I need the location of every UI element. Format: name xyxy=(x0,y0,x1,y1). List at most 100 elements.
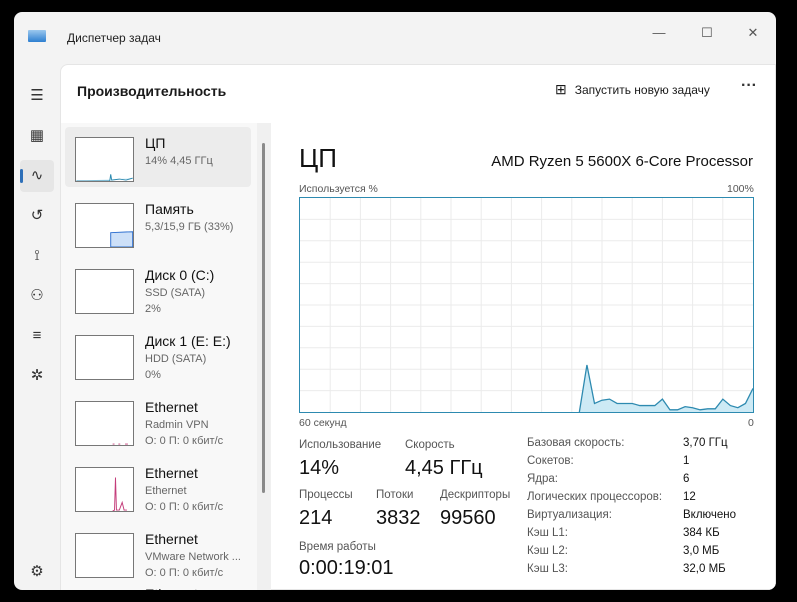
detail-value: 1 xyxy=(683,455,690,467)
startup-nav-button[interactable]: ⟟ xyxy=(20,240,54,272)
history-nav-button[interactable]: ↺ xyxy=(20,200,54,232)
uptime-label: Время работы xyxy=(299,541,376,553)
resource-value: 0% xyxy=(145,369,161,381)
resource-item[interactable]: Память 5,3/15,9 ГБ (33%) xyxy=(65,193,251,253)
detail-value: 3,0 МБ xyxy=(683,545,720,557)
close-button[interactable]: ✕ xyxy=(730,18,776,48)
resource-thumbnail-graph xyxy=(75,137,134,182)
users-nav-button[interactable]: ⚇ xyxy=(20,280,54,312)
performance-nav-button[interactable]: ∿ xyxy=(20,160,54,192)
graph-time-span: 60 секунд xyxy=(299,417,347,429)
resource-item[interactable]: ЦП 14% 4,45 ГГц xyxy=(65,127,251,187)
settings-nav-button[interactable]: ⚙ xyxy=(20,556,54,588)
resource-item[interactable]: Диск 0 (C:) SSD (SATA) 2% xyxy=(65,259,251,319)
performance-icon: ∿ xyxy=(30,167,44,184)
resource-name: Ethernet xyxy=(145,465,198,481)
threads-label: Потоки xyxy=(376,489,414,501)
services-icon: ✲ xyxy=(30,367,44,384)
details-icon: ≡ xyxy=(32,327,42,344)
processes-value: 214 xyxy=(299,507,333,529)
nav-rail: ☰ ▦ ∿ ↺ ⟟ ⚇ ≡ ✲ ⚙ xyxy=(14,62,60,590)
usage-label: Использование xyxy=(299,439,382,451)
resource-title: ЦП xyxy=(299,143,337,173)
resource-subtitle: Ethernet xyxy=(145,485,187,497)
services-nav-button[interactable]: ✲ xyxy=(20,360,54,392)
detail-value: 3,70 ГГц xyxy=(683,437,728,449)
resource-subtitle: SSD (SATA) xyxy=(145,287,206,299)
resource-name: Ethernet xyxy=(145,399,198,415)
resource-value: 2% xyxy=(145,303,161,315)
graph-time-end: 0 xyxy=(748,417,754,429)
detail-value: 32,0 МБ xyxy=(683,563,726,575)
processes-icon: ▦ xyxy=(29,127,45,144)
resource-name: Ethernet xyxy=(145,589,198,590)
scrollbar-thumb[interactable] xyxy=(262,143,265,493)
resource-name: Память xyxy=(145,201,194,217)
detail-value: 6 xyxy=(683,473,690,485)
uptime-value: 0:00:19:01 xyxy=(299,557,394,579)
resource-item[interactable]: Ethernet xyxy=(65,589,251,590)
resource-item[interactable]: Ethernet Radmin VPN О: 0 П: 0 кбит/с xyxy=(65,391,251,451)
detail-value: 12 xyxy=(683,491,696,503)
app-icon xyxy=(28,30,46,42)
details-nav-button[interactable]: ≡ xyxy=(20,320,54,352)
resource-subtitle: 14% 4,45 ГГц xyxy=(145,155,213,167)
resource-name: ЦП xyxy=(145,135,166,151)
page-title: Производительность xyxy=(77,83,227,99)
graph-label: Используется % xyxy=(299,183,378,195)
detail-label: Ядра: xyxy=(527,473,559,485)
resource-value: О: 0 П: 0 кбит/с xyxy=(145,567,224,579)
processor-name: AMD Ryzen 5 5600X 6-Core Processor xyxy=(491,153,753,170)
cpu-details: ЦП AMD Ryzen 5 5600X 6-Core Processor Ис… xyxy=(283,123,776,590)
resource-item[interactable]: Ethernet VMware Network ... О: 0 П: 0 кб… xyxy=(65,523,251,583)
minimize-button[interactable]: — xyxy=(636,18,682,48)
resource-thumbnail-graph xyxy=(75,533,134,578)
history-icon: ↺ xyxy=(30,207,44,224)
more-options-button[interactable]: ··· xyxy=(741,77,757,95)
processes-label: Процессы xyxy=(299,489,353,501)
users-icon: ⚇ xyxy=(30,287,44,304)
threads-value: 3832 xyxy=(376,507,421,529)
run-new-task-button[interactable]: ⊞ Запустить новую задачу xyxy=(555,81,710,98)
hamburger-nav-button[interactable]: ☰ xyxy=(20,80,54,112)
resource-name: Диск 1 (E: E:) xyxy=(145,333,231,349)
settings-icon: ⚙ xyxy=(30,563,44,580)
resource-thumbnail-graph xyxy=(75,467,134,512)
speed-value: 4,45 ГГц xyxy=(405,457,483,479)
resource-thumbnail-graph xyxy=(75,269,134,314)
speed-label: Скорость xyxy=(405,439,455,451)
hamburger-icon: ☰ xyxy=(30,87,44,104)
usage-value: 14% xyxy=(299,457,340,479)
resource-item[interactable]: Диск 1 (E: E:) HDD (SATA) 0% xyxy=(65,325,251,385)
detail-label: Кэш L3: xyxy=(527,563,568,575)
resource-subtitle: 5,3/15,9 ГБ (33%) xyxy=(145,221,234,233)
detail-label: Кэш L2: xyxy=(527,545,568,557)
resource-list: ЦП 14% 4,45 ГГц Память 5,3/15,9 ГБ (33%)… xyxy=(61,123,271,590)
detail-label: Сокетов: xyxy=(527,455,574,467)
task-manager-window: Диспетчер задач — ☐ ✕ ☰ ▦ ∿ ↺ ⟟ ⚇ ≡ ✲ ⚙ Производ… xyxy=(14,12,776,590)
startup-icon: ⟟ xyxy=(34,247,40,264)
window-title: Диспетчер задач xyxy=(67,31,161,45)
resource-thumbnail-graph xyxy=(75,401,134,446)
maximize-button[interactable]: ☐ xyxy=(684,18,730,48)
detail-value: Включено xyxy=(683,509,737,521)
detail-label: Базовая скорость: xyxy=(527,437,625,449)
title-bar: Диспетчер задач — ☐ ✕ xyxy=(14,12,776,56)
content-pane: Производительность ⊞ Запустить новую зада… xyxy=(60,64,776,590)
processes-nav-button[interactable]: ▦ xyxy=(20,120,54,152)
detail-label: Логических процессоров: xyxy=(527,491,663,503)
resource-name: Ethernet xyxy=(145,531,198,547)
resource-thumbnail-graph xyxy=(75,335,134,380)
resource-subtitle: Radmin VPN xyxy=(145,419,209,431)
list-scrollbar[interactable] xyxy=(257,123,271,590)
resource-subtitle: HDD (SATA) xyxy=(145,353,207,365)
resource-subtitle: VMware Network ... xyxy=(145,551,241,563)
resource-item[interactable]: Ethernet Ethernet О: 0 П: 0 кбит/с xyxy=(65,457,251,517)
resource-value: О: 0 П: 0 кбит/с xyxy=(145,501,224,513)
resource-value: О: 0 П: 0 кбит/с xyxy=(145,435,224,447)
detail-label: Виртуализация: xyxy=(527,509,612,521)
handles-value: 99560 xyxy=(440,507,496,529)
page-header: Производительность ⊞ Запустить новую зада… xyxy=(61,65,775,119)
detail-label: Кэш L1: xyxy=(527,527,568,539)
run-new-task-label: Запустить новую задачу xyxy=(574,82,710,97)
